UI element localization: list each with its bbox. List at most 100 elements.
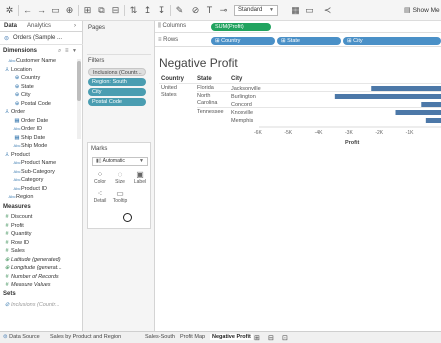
- measure-field-measure-values[interactable]: # Measure Values: [3, 281, 50, 289]
- dimension-field-category[interactable]: AbcCategory: [13, 176, 44, 184]
- undo-icon[interactable]: ←: [22, 5, 33, 16]
- duplicate-sheet-icon[interactable]: ⧉: [96, 5, 107, 16]
- x-tick-label: -2K: [375, 130, 384, 136]
- city-label-memphis[interactable]: Memphis: [231, 118, 254, 124]
- new-data-source-icon[interactable]: ⊕: [64, 5, 75, 16]
- size-button[interactable]: ◌ Size: [111, 170, 129, 185]
- new-worksheet-icon[interactable]: ⊞: [254, 334, 260, 342]
- measure-field-row-id[interactable]: # Row ID: [3, 239, 29, 247]
- string-type-icon: Abc: [13, 177, 21, 182]
- bar-jacksonville[interactable]: [371, 86, 441, 91]
- toolbar: ✲ ← → ▭ ⊕ ⊞ ⧉ ⊟ ⇅ ↥ ↧ ✎ ⊘ T ⊸ Standard ▼…: [0, 0, 441, 21]
- tab-profit-map[interactable]: Profit Map: [180, 334, 205, 340]
- bar-concord[interactable]: [421, 102, 441, 107]
- search-icon[interactable]: ⌕: [58, 48, 61, 55]
- geo-measure-icon: ⊕: [4, 265, 10, 271]
- clear-sheet-icon[interactable]: ⊟: [110, 5, 121, 16]
- geo-type-icon: ⊕: [14, 83, 20, 90]
- data-pane: Data Analytics › ⊜ Orders (Sample ... Di…: [0, 21, 83, 331]
- dimension-field-label: Ship Date: [21, 134, 46, 141]
- detail-button[interactable]: ⁖ Detail: [91, 189, 109, 204]
- measure-field-longitude-generat[interactable]: ⊕ Longitude (generat...: [3, 264, 62, 272]
- dimension-field-region[interactable]: AbcRegion: [8, 193, 34, 201]
- marks-card: Marks ▮▯ Automatic ▼ ⁘ Color ◌ Size ▣ La…: [87, 142, 151, 229]
- measure-field-latitude-generated[interactable]: ⊕ Latitude (generated): [3, 256, 61, 264]
- tooltip-button[interactable]: ▭ Tooltip: [111, 189, 129, 204]
- dimension-field-order-date[interactable]: ▦Order Date: [13, 117, 48, 125]
- tableau-logo-icon[interactable]: ✲: [4, 5, 15, 16]
- bar-memphis[interactable]: [425, 118, 441, 123]
- view-list-icon[interactable]: ≡: [65, 48, 69, 54]
- dimension-field-sub-category[interactable]: AbcSub-Category: [13, 168, 55, 176]
- tab-analytics[interactable]: Analytics: [27, 23, 51, 29]
- city-label-burlington[interactable]: Burlington: [231, 94, 256, 100]
- new-dashboard-icon[interactable]: ⊟: [268, 334, 274, 342]
- save-icon[interactable]: ▭: [50, 5, 61, 16]
- minimize-pane-icon[interactable]: ›: [74, 23, 76, 29]
- set-field-inclusions-countr[interactable]: ⊘ Inclusions (Countr...: [3, 301, 60, 309]
- datasource-row[interactable]: ⊜ Orders (Sample ...: [0, 33, 83, 45]
- measure-field-profit[interactable]: # Profit: [3, 222, 23, 230]
- filter-pill-inclusions-countr[interactable]: Inclusions (Countr...: [88, 68, 146, 76]
- city-label-knoxville[interactable]: Knoxville: [231, 110, 253, 116]
- sort-ascending-icon[interactable]: ↥: [142, 5, 153, 16]
- pages-title: Pages: [88, 25, 106, 31]
- pin-icon[interactable]: ⊸: [218, 5, 229, 16]
- dimension-field-country[interactable]: ⊕ Country: [13, 74, 41, 82]
- share-icon[interactable]: ≺: [322, 5, 333, 16]
- bar-burlington[interactable]: [334, 94, 441, 99]
- group-icon[interactable]: ⊘: [190, 5, 201, 16]
- dimension-field-city[interactable]: ⊕ City: [13, 91, 31, 99]
- fit-select[interactable]: Standard ▼: [234, 5, 278, 16]
- dimension-field-state[interactable]: ⊕ State: [13, 83, 34, 91]
- pages-drop-area[interactable]: [87, 35, 151, 55]
- tab-negative-profit[interactable]: Negative Profit: [210, 334, 253, 340]
- filter-pill-region-south[interactable]: Region: South: [88, 78, 146, 86]
- measure-field-sales[interactable]: # Sales: [3, 247, 24, 255]
- color-button[interactable]: ⁘ Color: [91, 170, 109, 185]
- dimension-field-label: Country: [21, 75, 41, 81]
- tab-data[interactable]: Data: [4, 23, 17, 29]
- labels-icon[interactable]: T: [204, 5, 215, 16]
- data-pane-tabs: Data Analytics ›: [0, 21, 83, 32]
- presentation-icon[interactable]: ▭: [304, 5, 315, 16]
- dimension-field-order[interactable]: ⅄ Order: [3, 108, 25, 116]
- label-icon: ▣: [136, 170, 144, 179]
- dimension-field-ship-mode[interactable]: AbcShip Mode: [13, 142, 48, 150]
- swap-rows-columns-icon[interactable]: ⇅: [128, 5, 139, 16]
- measure-field-quantity[interactable]: # Quantity: [3, 230, 31, 238]
- dimension-field-location[interactable]: ⅄ Location: [3, 66, 31, 74]
- dimension-field-ship-date[interactable]: ▦Ship Date: [13, 134, 45, 142]
- color-label: Color: [94, 179, 106, 185]
- tab-sales-south[interactable]: Sales-South: [145, 334, 175, 340]
- string-type-icon: Abc: [13, 126, 21, 131]
- dimension-field-order-id[interactable]: AbcOrder ID: [13, 125, 43, 133]
- show-me-button[interactable]: ▤ Show Me: [404, 5, 440, 16]
- city-label-concord[interactable]: Concord: [231, 102, 252, 108]
- sort-descending-icon[interactable]: ↧: [156, 5, 167, 16]
- filter-pill-postal-code[interactable]: Postal Code: [88, 98, 146, 106]
- dimension-field-product[interactable]: ⅄ Product: [3, 151, 30, 159]
- filter-pill-city[interactable]: City: [88, 88, 146, 96]
- bar-knoxville[interactable]: [395, 110, 441, 115]
- dimension-field-product-id[interactable]: AbcProduct ID: [13, 185, 47, 193]
- toolbar-divider: [124, 5, 125, 16]
- new-worksheet-icon[interactable]: ⊞: [82, 5, 93, 16]
- mark-type-select[interactable]: ▮▯ Automatic ▼: [92, 157, 148, 166]
- redo-icon[interactable]: →: [36, 5, 47, 16]
- label-button[interactable]: ▣ Label: [131, 170, 149, 185]
- dimensions-scrollbar-thumb[interactable]: [77, 61, 81, 101]
- tab-sales-by-product-and-region[interactable]: Sales by Product and Region: [50, 334, 121, 340]
- measure-field-number-of-records[interactable]: # Number of Records: [3, 273, 58, 281]
- label-label: Label: [133, 179, 147, 185]
- chevron-down-icon[interactable]: ▼: [72, 48, 77, 54]
- new-story-icon[interactable]: ⊡: [282, 334, 288, 342]
- dimension-field-customer-name[interactable]: AbcCustomer Name: [8, 57, 57, 65]
- measure-field-discount[interactable]: # Discount: [3, 213, 32, 221]
- city-label-jacksonville[interactable]: Jacksonville: [231, 86, 261, 92]
- dimension-field-postal-code[interactable]: ⊕ Postal Code: [13, 100, 51, 108]
- data-source-tab[interactable]: ⊜ Data Source: [3, 334, 40, 340]
- chart-type-icon[interactable]: ▦: [290, 5, 301, 16]
- dimension-field-product-name[interactable]: AbcProduct Name: [13, 159, 57, 167]
- highlight-icon[interactable]: ✎: [174, 5, 185, 16]
